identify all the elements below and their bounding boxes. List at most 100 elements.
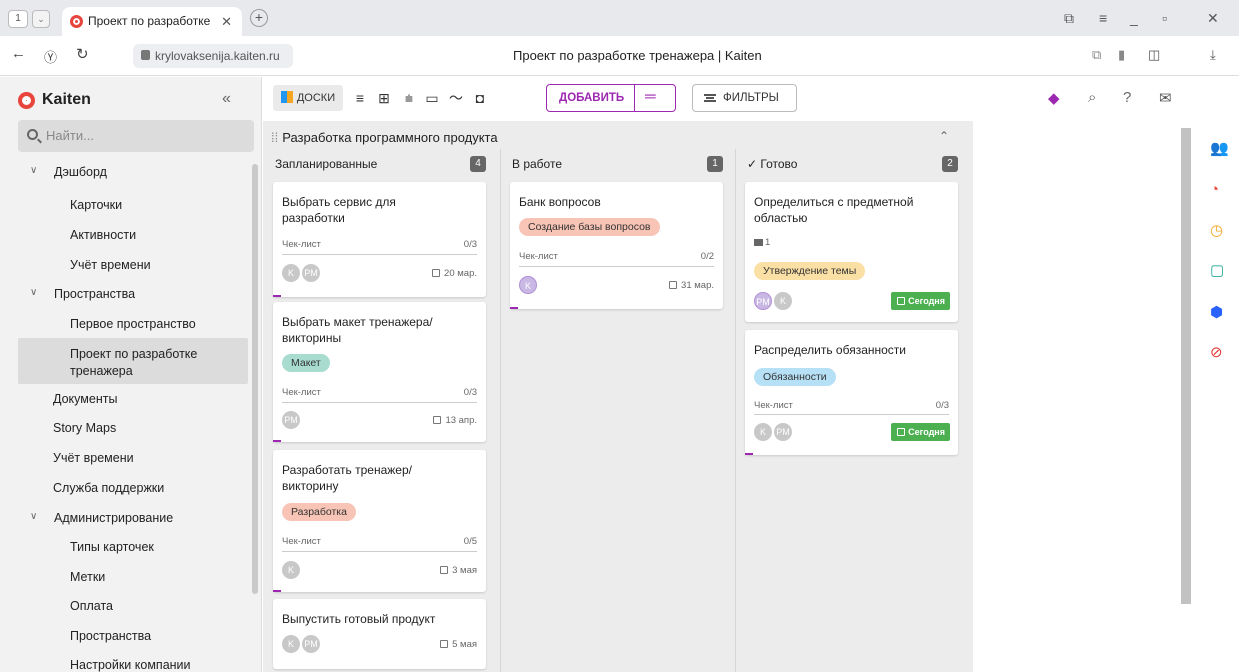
due-date[interactable]: 13 апр.: [433, 415, 477, 426]
due-date[interactable]: 5 мая: [440, 639, 477, 650]
card[interactable]: Разработать тренажер/ викторину Разработ…: [273, 450, 486, 592]
close-tab-icon[interactable]: ✕: [221, 7, 232, 36]
new-tab-button[interactable]: +: [250, 9, 268, 27]
avatar[interactable]: PM: [302, 264, 320, 282]
calendar-icon: [440, 640, 449, 648]
avatar[interactable]: PM: [282, 411, 300, 429]
calendar-icon: [440, 566, 449, 574]
avatar[interactable]: PM: [774, 423, 792, 441]
column-title[interactable]: ✓ Готово: [747, 157, 797, 171]
extensions-icon[interactable]: ◫: [1148, 47, 1160, 63]
list-view-icon[interactable]: ≡: [349, 85, 371, 111]
card[interactable]: Выпустить готовый продукт K PM 5 мая: [273, 599, 486, 669]
back-icon[interactable]: ←: [11, 45, 26, 62]
column-title[interactable]: В работе: [512, 157, 562, 171]
card[interactable]: Выбрать макет тренажера/ викторины Макет…: [273, 302, 486, 442]
checklist-bar: [282, 402, 477, 403]
downloads-icon[interactable]: ⤓: [1210, 47, 1216, 63]
add-options-icon[interactable]: ═: [645, 84, 656, 110]
calendar-view-icon[interactable]: ▭: [421, 85, 443, 111]
sidebar-scrollbar[interactable]: [252, 164, 258, 594]
collapse-board-icon[interactable]: ⌃: [939, 129, 949, 143]
copy-icon[interactable]: ▢: [1210, 261, 1224, 279]
reload-icon[interactable]: ↻: [76, 45, 89, 63]
comment-icon: [754, 239, 763, 246]
help-icon[interactable]: ?: [1123, 89, 1131, 106]
collapse-sidebar-icon[interactable]: «: [222, 90, 231, 108]
due-date[interactable]: 3 мая: [440, 565, 477, 576]
tab-counter[interactable]: 1: [8, 10, 28, 28]
collections-icon[interactable]: ⧉: [1064, 10, 1074, 27]
archive-icon[interactable]: ◘: [469, 85, 491, 111]
due-date[interactable]: 20 мар.: [432, 268, 477, 279]
boards-view-button[interactable]: ДОСКИ: [273, 85, 343, 111]
tab-list-dropdown[interactable]: ⌄: [32, 10, 50, 28]
blocked-icon[interactable]: ⊘: [1210, 343, 1223, 361]
lock-icon: [141, 50, 150, 60]
table-view-icon[interactable]: ⊞: [373, 85, 395, 111]
avatar[interactable]: K: [774, 292, 792, 310]
tag[interactable]: Утверждение темы: [754, 262, 866, 280]
browser-tab-active[interactable]: Проект по разработке ✕: [62, 7, 242, 36]
board-title[interactable]: ⁞⁞ Разработка программного продукта: [271, 130, 498, 145]
close-window-button[interactable]: ✕: [1207, 10, 1219, 27]
checklist-label: Чек-лист: [282, 387, 321, 398]
column-count-badge: 4: [470, 156, 486, 172]
checklist-bar: [519, 266, 714, 267]
tag[interactable]: Макет: [282, 354, 330, 372]
checklist-label: Чек-лист: [754, 400, 793, 411]
avatar[interactable]: K: [754, 423, 772, 441]
bookmark-icon[interactable]: ▮: [1118, 47, 1125, 63]
column-in-progress: В работе 1 Банк вопросов Создание базы в…: [500, 149, 735, 672]
app-logo[interactable]: Kaiten: [18, 91, 91, 109]
card[interactable]: Распределить обязанности Обязанности Чек…: [745, 330, 958, 455]
maximize-button[interactable]: ▫: [1162, 10, 1167, 26]
avatar[interactable]: K: [282, 264, 300, 282]
card-title: Выбрать макет тренажера/ викторины: [282, 315, 433, 345]
board-scrollbar[interactable]: [1181, 128, 1191, 604]
tag[interactable]: Создание базы вопросов: [519, 218, 660, 236]
card[interactable]: Банк вопросов Создание базы вопросов Чек…: [510, 182, 723, 309]
timeline-view-icon[interactable]: ⩧: [398, 85, 420, 111]
notifications-icon[interactable]: ✉: [1159, 89, 1172, 107]
avatar[interactable]: PM: [302, 635, 320, 653]
avatar[interactable]: K: [519, 276, 537, 294]
add-button[interactable]: ДОБАВИТЬ ═: [546, 84, 676, 112]
card[interactable]: Выбрать сервис для разработки Чек-лист 0…: [273, 182, 486, 297]
minimize-button[interactable]: _: [1130, 10, 1138, 26]
drag-handle-icon[interactable]: ⁞⁞: [271, 130, 278, 145]
column-title[interactable]: Запланированные: [275, 157, 377, 171]
timer-icon[interactable]: ◔: [1210, 181, 1219, 198]
magic-wand-icon[interactable]: ◆: [1048, 89, 1060, 107]
checklist-progress: 0/2: [700, 251, 714, 262]
column-planned: Запланированные 4 Выбрать сервис для раз…: [263, 149, 498, 672]
filters-button[interactable]: ФИЛЬТРЫ: [692, 84, 797, 112]
due-date-today-badge[interactable]: Сегодня: [891, 292, 950, 310]
avatar[interactable]: K: [282, 561, 300, 579]
calendar-icon: [432, 269, 441, 277]
card-title: Выпустить готовый продукт: [282, 612, 436, 626]
checklist-bar: [282, 551, 477, 552]
automation-icon[interactable]: ⬢: [1210, 303, 1223, 321]
sidebar: Kaiten « Найти... ∨ Дэшборд Карточки Акти…: [0, 77, 262, 672]
search-input[interactable]: Найти...: [18, 120, 254, 152]
translate-icon[interactable]: ⧉: [1092, 47, 1101, 63]
menu-icon[interactable]: ≡: [1099, 10, 1107, 26]
search-board-icon[interactable]: ⌕: [1088, 89, 1096, 106]
checklist-label: Чек-лист: [282, 239, 321, 250]
column-done: ✓ Готово 2 Определиться с предметной обл…: [735, 149, 970, 672]
history-icon[interactable]: ◷: [1210, 221, 1223, 239]
avatar[interactable]: PM: [754, 292, 772, 310]
due-date-today-badge[interactable]: Сегодня: [891, 423, 950, 441]
comments-count[interactable]: 1: [754, 237, 770, 248]
chart-view-icon[interactable]: 〜: [445, 85, 467, 111]
tag[interactable]: Разработка: [282, 503, 356, 521]
avatar[interactable]: K: [282, 635, 300, 653]
url-field[interactable]: krylovaksenija.kaiten.ru: [133, 44, 293, 68]
card[interactable]: Определиться с предметной областью 1 Утв…: [745, 182, 958, 322]
due-date[interactable]: 31 мар.: [669, 280, 714, 291]
yandex-icon[interactable]: Ⓨ: [44, 47, 57, 66]
search-icon: [27, 129, 38, 140]
tag[interactable]: Обязанности: [754, 368, 836, 386]
users-icon[interactable]: 👥: [1210, 139, 1229, 157]
